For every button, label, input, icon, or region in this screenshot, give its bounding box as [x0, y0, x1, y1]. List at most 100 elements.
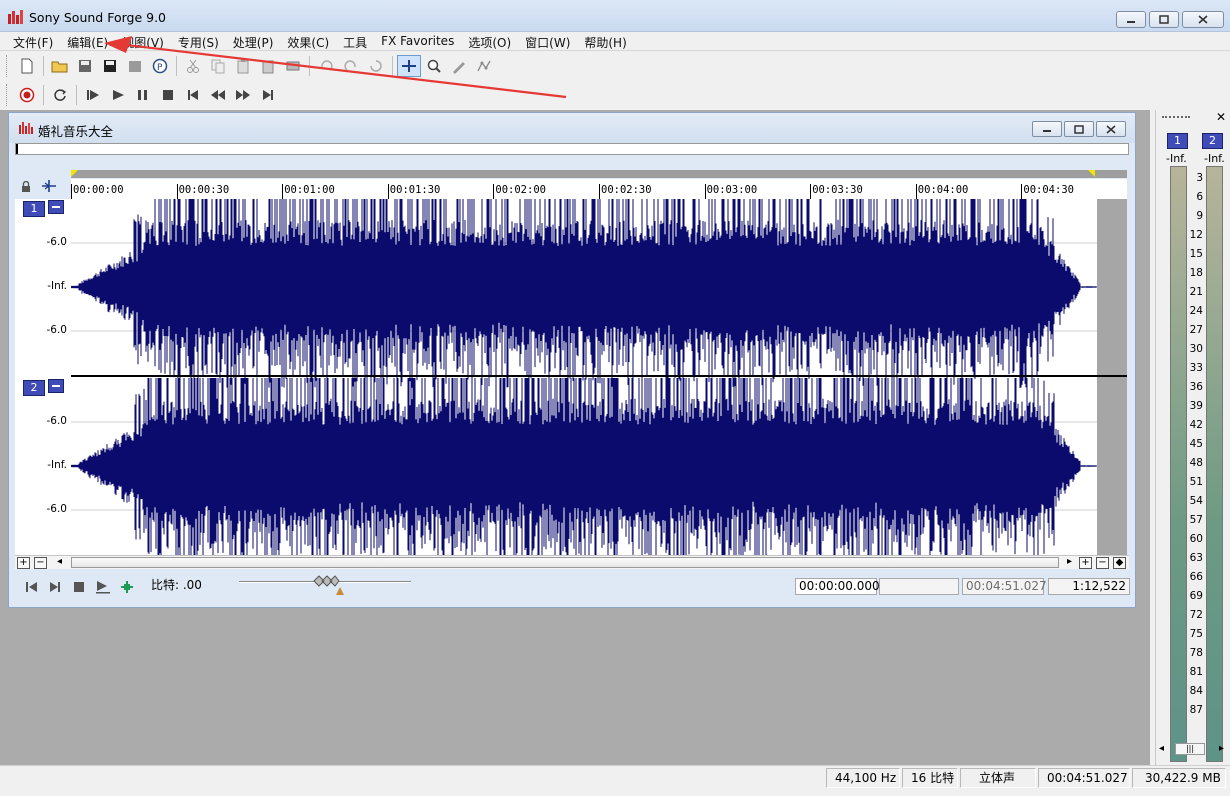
undo-button[interactable] — [314, 55, 338, 77]
menu-special[interactable]: 专用(S) — [171, 32, 226, 50]
scroll-right-arrow-icon[interactable]: ▸ — [1219, 743, 1224, 754]
data-window-close-button[interactable] — [1096, 121, 1126, 137]
menu-file[interactable]: 文件(F) — [6, 32, 60, 50]
open-button[interactable] — [48, 55, 72, 77]
channel-2-minimize-button[interactable] — [48, 379, 64, 393]
play-normal-button[interactable] — [94, 579, 112, 595]
zoom-fit-button[interactable]: ◆ — [1113, 557, 1126, 569]
pencil-tool-button[interactable] — [447, 55, 471, 77]
edit-tool-button[interactable] — [397, 55, 421, 77]
channel-gutter: 1 -6.0 -Inf. -6.0 2 -6.0 -Inf. -6.0 — [15, 199, 71, 555]
loop-end-marker[interactable] — [1088, 170, 1095, 177]
data-window-titlebar[interactable]: 婚礼音乐大全 — [9, 113, 1135, 143]
menu-window[interactable]: 窗口(W) — [518, 32, 577, 50]
stop-button[interactable] — [156, 84, 180, 106]
data-window-restore-button[interactable] — [1064, 121, 1094, 137]
play-all-button[interactable] — [81, 84, 105, 106]
overview-cursor — [16, 144, 18, 154]
minimize-button[interactable] — [1116, 11, 1146, 28]
pause-button[interactable] — [131, 84, 155, 106]
forward-button[interactable] — [231, 84, 255, 106]
go-to-start-icon — [26, 582, 37, 592]
zoom-ratio-field[interactable]: 1:12,522 — [1048, 578, 1130, 595]
menu-view[interactable]: 视图(V) — [115, 32, 171, 50]
menu-help[interactable]: 帮助(H) — [577, 32, 633, 50]
menu-tools[interactable]: 工具 — [336, 32, 374, 50]
redo-button[interactable] — [339, 55, 363, 77]
stop-button[interactable] — [70, 579, 88, 595]
cut-button[interactable] — [181, 55, 205, 77]
time-ruler[interactable]: 00:00:00 00:00:30 00:01:00 00:01:30 00:0… — [71, 179, 1127, 199]
paste-button[interactable] — [231, 55, 255, 77]
rewind-button[interactable] — [206, 84, 230, 106]
go-to-start-button[interactable] — [181, 84, 205, 106]
meter-scale-label: 36 — [1189, 381, 1203, 393]
loop-start-marker[interactable] — [71, 170, 78, 177]
record-button[interactable] — [15, 84, 39, 106]
save-button[interactable] — [73, 55, 97, 77]
repeat-button[interactable] — [364, 55, 388, 77]
menu-fx-favorites[interactable]: FX Favorites — [374, 32, 461, 50]
scroll-left-arrow-icon[interactable]: ◂ — [53, 557, 66, 569]
trim-icon — [286, 61, 300, 71]
save-as-button[interactable] — [98, 55, 122, 77]
menu-effects[interactable]: 效果(C) — [280, 32, 336, 50]
total-length-field[interactable]: 00:04:51.027 — [962, 578, 1047, 595]
selection-start-field[interactable]: 00:00:00.000 — [795, 578, 880, 595]
render-button[interactable] — [123, 55, 147, 77]
channel-2-button[interactable]: 2 — [23, 380, 45, 396]
zoom-in-level-button[interactable]: + — [1079, 557, 1092, 569]
rewind-icon — [211, 90, 225, 100]
ruler-tick: 00:04:30 — [1021, 184, 1074, 199]
selection-length-field[interactable] — [879, 578, 959, 595]
go-to-start-button[interactable] — [23, 579, 41, 595]
zoom-out-level-button[interactable]: − — [1096, 557, 1109, 569]
meter-scroll-thumb[interactable]: ||| — [1175, 743, 1205, 755]
lock-icon[interactable] — [21, 181, 31, 193]
mix-button[interactable] — [256, 55, 280, 77]
zoom-out-time-button[interactable]: − — [34, 557, 47, 569]
slider-thumb-icon[interactable] — [312, 574, 340, 588]
menu-edit[interactable]: 编辑(E) — [60, 32, 115, 50]
zoom-in-time-button[interactable]: + — [17, 557, 30, 569]
meter-scale-label: 60 — [1189, 533, 1203, 545]
go-to-end-button[interactable] — [46, 579, 64, 595]
scroll-right-arrow-icon[interactable]: ▸ — [1063, 557, 1076, 569]
meter-channel-1-button[interactable]: 1 — [1167, 133, 1188, 149]
play-button[interactable] — [106, 84, 130, 106]
publish-button[interactable]: P — [148, 55, 172, 77]
meter-scale-label: 6 — [1196, 191, 1203, 203]
meter-scale-label: 33 — [1189, 362, 1203, 374]
overview-bar[interactable] — [15, 143, 1129, 155]
toolbar-grip[interactable] — [6, 55, 10, 77]
close-button[interactable] — [1182, 11, 1224, 28]
menu-options[interactable]: 选项(O) — [461, 32, 518, 50]
playhead-marker-button[interactable] — [118, 579, 136, 595]
loop-playback-button[interactable] — [48, 84, 72, 106]
magnify-tool-button[interactable] — [422, 55, 446, 77]
meter-scrollbar[interactable]: ◂ ||| ▸ — [1155, 741, 1230, 758]
render-icon — [129, 61, 141, 72]
toolbar-grip[interactable] — [6, 84, 10, 106]
scroll-thumb[interactable] — [71, 557, 1059, 568]
menu-process[interactable]: 处理(P) — [226, 32, 281, 50]
go-to-end-button[interactable] — [256, 84, 280, 106]
channel-1-button[interactable]: 1 — [23, 201, 45, 217]
copy-button[interactable] — [206, 55, 230, 77]
scroll-left-arrow-icon[interactable]: ◂ — [1159, 743, 1164, 754]
go-to-end-icon — [50, 582, 60, 592]
meter-scale-label: 3 — [1196, 172, 1203, 184]
snap-icon[interactable] — [41, 179, 57, 193]
waveform-display[interactable] — [71, 199, 1127, 555]
horizontal-scrollbar[interactable]: + − ◂ ▸ + − ◆ — [15, 555, 1129, 569]
channel-1-minimize-button[interactable] — [48, 200, 64, 214]
meter-close-icon[interactable]: ✕ — [1216, 110, 1226, 124]
data-window-minimize-button[interactable] — [1032, 121, 1062, 137]
meter-channel-2-button[interactable]: 2 — [1202, 133, 1223, 149]
panel-grip[interactable] — [1162, 116, 1190, 120]
new-file-button[interactable] — [15, 55, 39, 77]
restore-button[interactable] — [1149, 11, 1179, 28]
trim-button[interactable] — [281, 55, 305, 77]
marker-bar[interactable] — [71, 170, 1127, 178]
envelope-tool-button[interactable] — [472, 55, 496, 77]
